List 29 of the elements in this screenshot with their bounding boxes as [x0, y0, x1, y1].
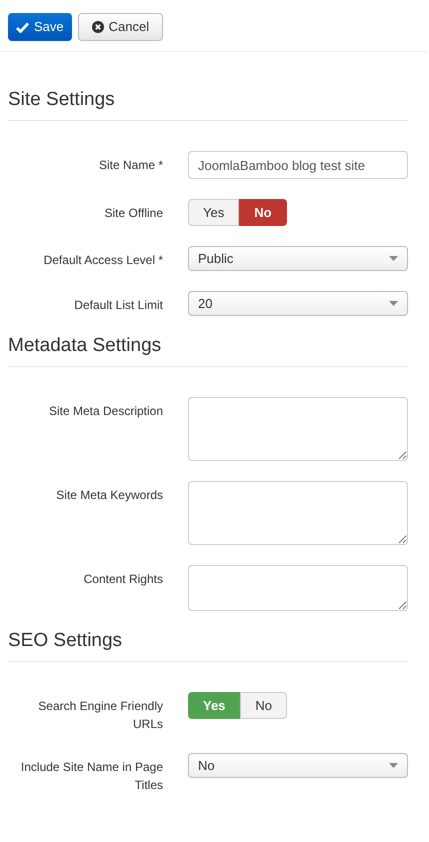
caret-icon [389, 301, 398, 306]
toggle-option[interactable]: No [239, 199, 287, 226]
field-label: Site Name * [98, 157, 163, 174]
field-label: Include Site Name in Page Titles [20, 759, 163, 794]
field-label: Site Meta Description [48, 403, 163, 420]
toggle-option[interactable]: Yes [188, 199, 240, 226]
toggle-option[interactable]: No [240, 692, 288, 719]
text-field[interactable]: JoomlaBamboo blog test site [188, 151, 408, 179]
dropdown[interactable]: Public [188, 246, 408, 271]
close-icon [92, 21, 104, 33]
text-area[interactable] [188, 481, 408, 545]
field-label: Content Rights [82, 571, 163, 588]
text-area[interactable] [188, 565, 408, 611]
field-label: Default Access Level * [42, 252, 163, 269]
dropdown[interactable]: No [188, 753, 408, 778]
save-button[interactable]: Save [8, 13, 72, 41]
field-label: Search Engine Friendly URLs [37, 698, 163, 733]
caret-icon [389, 256, 398, 261]
section-heading: Site Settings [8, 88, 408, 121]
section-heading: Metadata Settings [8, 334, 408, 367]
cancel-button[interactable]: Cancel [78, 13, 164, 41]
field-label: Default List Limit [73, 297, 163, 314]
text-area[interactable] [188, 397, 408, 461]
caret-icon [389, 763, 398, 768]
field-label: Site Offline [104, 205, 163, 222]
check-icon [16, 22, 29, 32]
field-label: Site Meta Keywords [55, 487, 163, 504]
section-heading: SEO Settings [8, 629, 408, 662]
dropdown[interactable]: 20 [188, 291, 408, 316]
